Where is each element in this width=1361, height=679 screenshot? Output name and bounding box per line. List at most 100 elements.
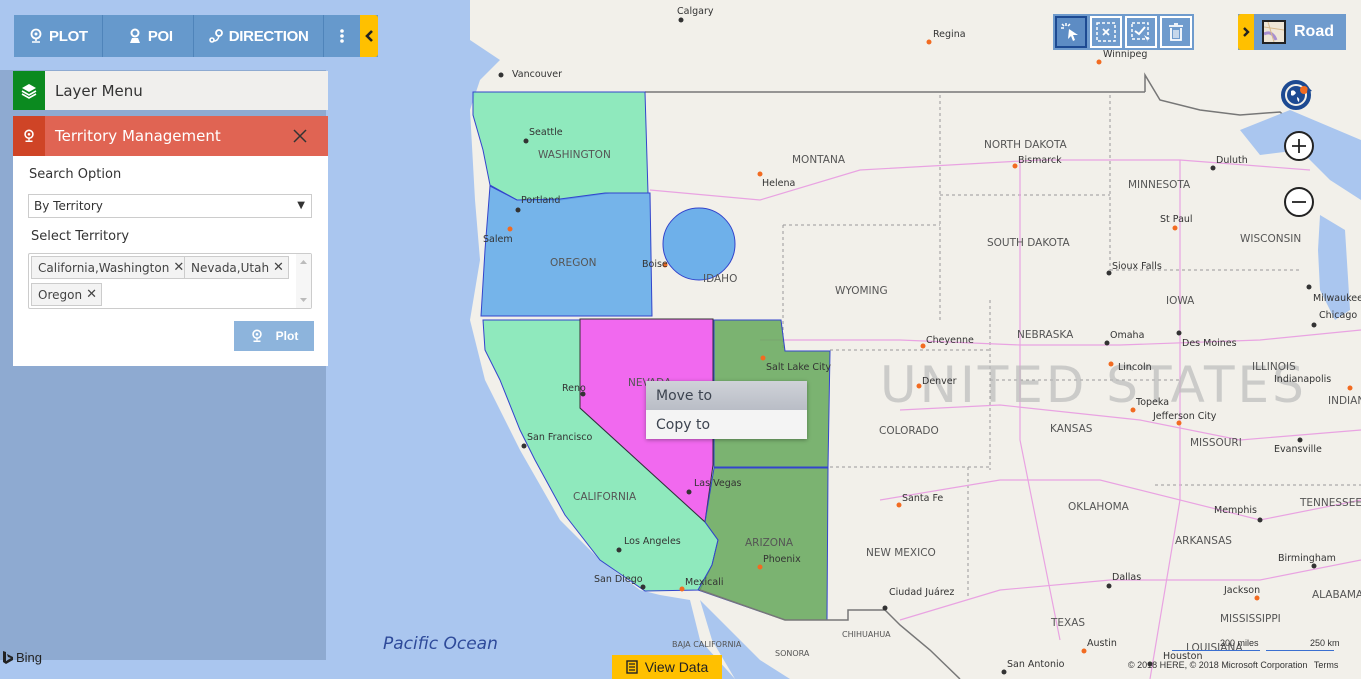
view-data-label: View Data [644,659,709,675]
city-marker [1106,583,1112,589]
state-label: INDIANA [1328,395,1361,407]
territory-panel-title: Territory Management [55,127,221,145]
copy-to-menu-item[interactable]: Copy to [646,410,807,439]
clear-selection-button[interactable] [1090,16,1122,48]
city-marker [1106,270,1112,276]
city-label: Cheyenne [926,335,974,346]
city-label: Lincoln [1118,362,1152,373]
state-label: OREGON [550,257,596,269]
territory-management-panel: Territory Management Search Option By Te… [13,116,328,366]
direction-button[interactable]: DIRECTION [194,15,324,57]
city-label: Seattle [529,127,563,138]
poi-label: POI [147,27,173,45]
close-panel-button[interactable] [286,122,314,150]
chip-label: California,Washington [38,260,170,275]
territory-idaho-circle[interactable] [662,207,736,281]
collapse-toolbar-button[interactable] [359,15,378,57]
plot-button[interactable]: PLOT [14,15,103,57]
city-label: Los Angeles [624,536,681,547]
road-style-button[interactable]: Road [1254,14,1346,50]
zoom-in-button[interactable] [1284,131,1314,161]
road-map-thumbnail-icon [1262,20,1286,44]
city-marker [882,605,888,611]
city-label: Des Moines [1182,338,1237,349]
layer-menu-label: Layer Menu [55,81,143,100]
city-label: Jackson [1223,585,1260,596]
state-label: SOUTH DAKOTA [987,237,1071,249]
plot-territory-button[interactable]: Plot [234,321,314,351]
city-label: Vancouver [512,69,562,80]
city-label: Topeka [1135,397,1169,408]
city-label: Boise [642,259,668,270]
locate-me-button[interactable] [1279,77,1315,118]
territory-washington[interactable] [472,91,649,201]
city-label: Omaha [1110,330,1144,341]
city-label: Portland [521,195,560,206]
select-tool-button[interactable] [1055,16,1087,48]
terms-link[interactable]: Terms [1314,660,1339,670]
city-marker [515,207,521,213]
remove-chip-icon[interactable]: ✕ [273,260,284,275]
state-label: MISSISSIPPI [1220,613,1281,625]
remove-chip-icon[interactable]: ✕ [86,287,97,302]
direction-label: DIRECTION [228,27,309,45]
zoom-out-button[interactable] [1284,187,1314,217]
expand-map-style-button[interactable] [1238,14,1254,50]
state-label: MISSOURI [1190,437,1242,449]
state-label: NEBRASKA [1017,329,1074,341]
poi-button[interactable]: POI [103,15,194,57]
city-marker [1081,648,1087,654]
city-label: San Antonio [1007,659,1065,670]
attribution-text: © 2018 HERE, © 2018 Microsoft Corporatio… [1128,660,1308,670]
plot-label: PLOT [49,27,88,45]
city-label: Indianapolis [1274,374,1331,385]
trash-icon [1169,23,1183,41]
state-label: IOWA [1166,295,1195,307]
scale-miles: 200 miles [1220,638,1259,648]
territory-multiselect[interactable]: California,Washington ✕ Nevada,Utah ✕ Or… [28,253,312,309]
city-marker [1108,361,1114,367]
state-label: ARIZONA [745,537,794,549]
plot-button-label: Plot [275,329,299,343]
map-style-switcher: Road [1238,14,1346,50]
city-marker [757,564,763,570]
territory-oregon[interactable] [480,185,653,317]
delete-button[interactable] [1160,16,1192,48]
city-label: Mexicali [685,577,723,588]
city-label: San Francisco [527,432,592,443]
chevron-right-icon [1243,27,1250,37]
city-label: Santa Fe [902,493,943,504]
route-icon [208,29,223,43]
city-marker [760,355,766,361]
city-label: Austin [1087,638,1117,649]
main-toolbar: PLOT POI DIRECTION [14,15,378,57]
confirm-selection-button[interactable] [1125,16,1157,48]
chevron-left-icon [364,30,373,42]
search-option-select[interactable]: By Territory ▼ [28,194,312,218]
state-label: NEW MEXICO [866,547,936,559]
city-label: Birmingham [1278,553,1336,564]
city-label: Dallas [1112,572,1141,583]
city-label: Reno [562,383,586,394]
layer-menu[interactable]: Layer Menu [13,71,328,110]
multiselect-scrollbar[interactable] [296,254,311,308]
territory-chip: California,Washington ✕ [31,256,190,279]
state-label: SONORA [775,649,810,658]
view-data-button[interactable]: View Data [612,655,722,679]
poi-person-icon [129,28,140,43]
remove-chip-icon[interactable]: ✕ [173,260,184,275]
city-label: Jefferson City [1152,411,1217,422]
more-options-button[interactable] [324,15,360,57]
city-label: Memphis [1214,505,1257,516]
state-label: OKLAHOMA [1068,501,1130,513]
move-to-menu-item[interactable]: Move to [646,381,807,410]
clear-selection-icon [1096,22,1116,42]
city-marker [1012,163,1018,169]
layers-icon [13,71,45,110]
city-marker [757,171,763,177]
map-style-label: Road [1294,23,1334,40]
city-marker [498,72,504,78]
state-label: CHIHUAHUA [842,630,891,639]
confirm-selection-icon [1131,22,1150,42]
territory-panel-header: Territory Management [13,116,328,156]
